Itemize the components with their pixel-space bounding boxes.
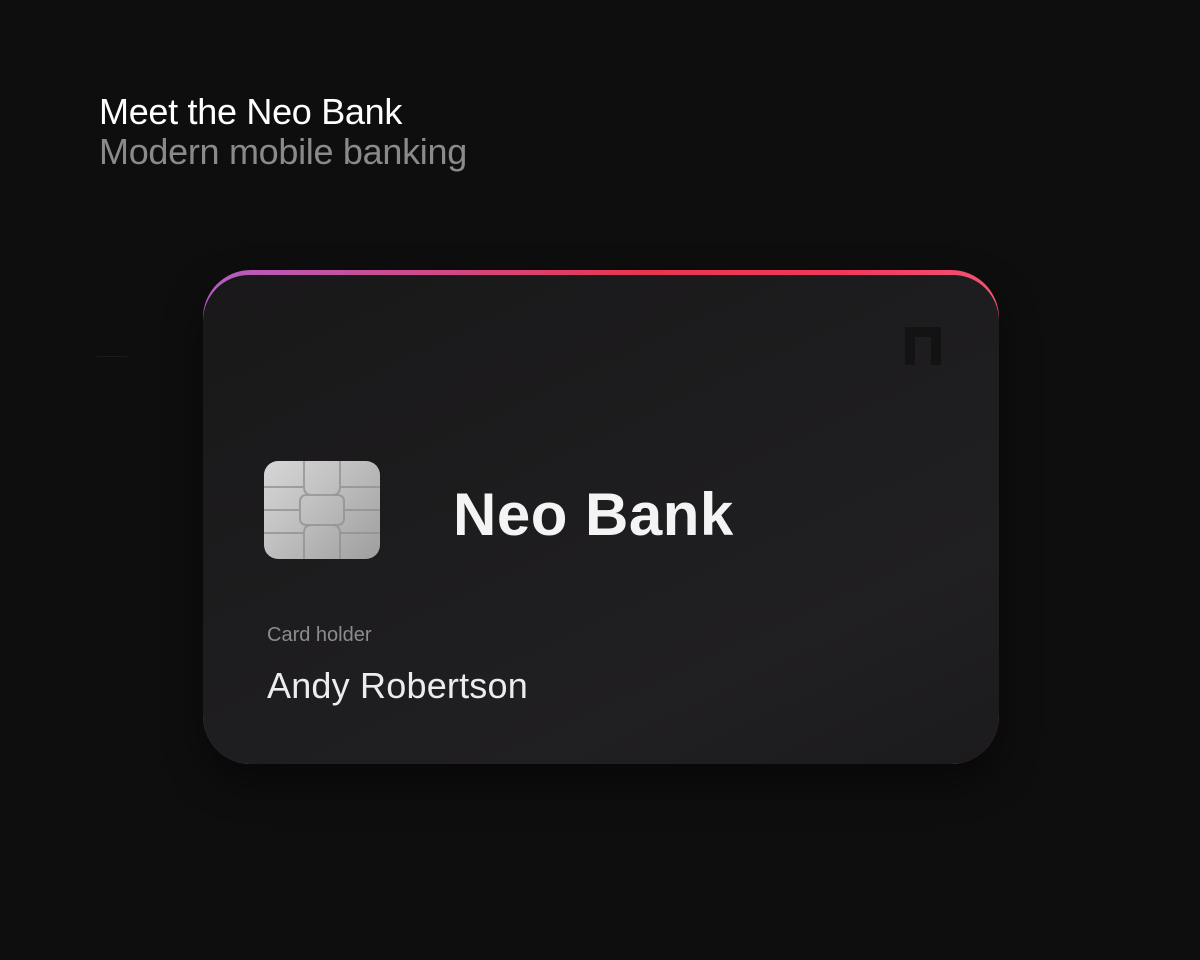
divider xyxy=(97,356,127,357)
bank-card[interactable]: Neo Bank Card holder Andy Robertson xyxy=(203,270,999,764)
page-subtitle: Modern mobile banking xyxy=(99,131,467,172)
card-bank-name: Neo Bank xyxy=(453,481,734,548)
card-holder-label: Card holder xyxy=(267,624,372,646)
neo-logo-icon xyxy=(905,327,941,365)
page-title: Meet the Neo Bank xyxy=(99,91,403,132)
hero-heading: Meet the Neo Bank Modern mobile banking xyxy=(99,92,467,172)
card-holder-name: Andy Robertson xyxy=(267,665,528,706)
emv-chip-icon xyxy=(264,461,380,559)
card-surface: Neo Bank Card holder Andy Robertson xyxy=(203,275,999,764)
page: Meet the Neo Bank Modern mobile banking xyxy=(0,0,1200,960)
